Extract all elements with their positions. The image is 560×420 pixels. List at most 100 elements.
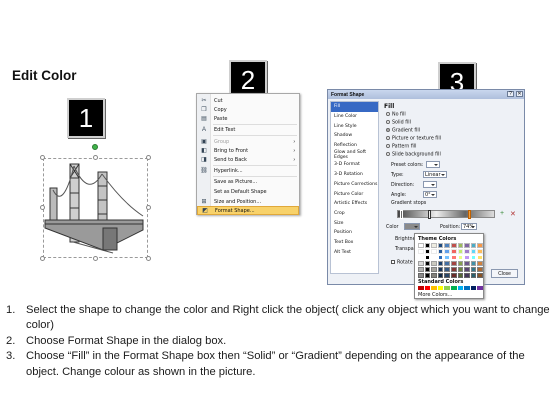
theme-color-swatch[interactable] — [450, 267, 457, 272]
theme-color-swatch[interactable] — [444, 255, 450, 260]
theme-color-swatch[interactable] — [431, 243, 437, 248]
theme-color-swatch[interactable] — [477, 243, 483, 248]
color-picker-button[interactable] — [404, 223, 420, 230]
category-shadow[interactable]: Shadow — [331, 131, 378, 141]
rotation-handle[interactable] — [92, 144, 98, 150]
fill-option-slide-bg[interactable]: Slide background fill — [386, 152, 441, 158]
close-icon[interactable]: ✕ — [516, 91, 523, 97]
menu-item-group[interactable]: ▣ Group › — [197, 137, 299, 146]
theme-color-swatch[interactable] — [457, 243, 464, 248]
fill-option-picture[interactable]: Picture or texture fill — [386, 136, 441, 142]
menu-item-set-default-shape[interactable]: Set as Default Shape — [197, 187, 299, 196]
standard-color-swatch[interactable] — [470, 286, 477, 290]
remove-stop-icon[interactable]: ✕ — [510, 210, 516, 218]
theme-color-swatch[interactable] — [477, 273, 483, 278]
theme-color-swatch[interactable] — [457, 249, 464, 254]
category-alt-text[interactable]: Alt Text — [331, 247, 378, 257]
theme-color-swatch[interactable] — [444, 243, 450, 248]
theme-color-swatch[interactable] — [464, 267, 470, 272]
theme-color-swatch[interactable] — [477, 261, 483, 266]
theme-color-swatch[interactable] — [437, 261, 444, 266]
theme-color-swatch[interactable] — [457, 255, 464, 260]
selected-bridge-shape[interactable] — [40, 144, 151, 261]
category-picture-corrections[interactable]: Picture Corrections — [331, 180, 378, 190]
menu-item-hyperlink[interactable]: ⛓ Hyperlink... — [197, 166, 299, 175]
angle-input[interactable]: 0° — [423, 191, 437, 198]
fill-option-pattern[interactable]: Pattern fill — [386, 144, 416, 150]
theme-color-swatch[interactable] — [437, 255, 444, 260]
standard-color-swatch[interactable] — [424, 286, 431, 290]
theme-color-swatch[interactable] — [457, 273, 464, 278]
menu-item-copy[interactable]: ❐ Copy — [197, 105, 299, 114]
theme-color-swatch[interactable] — [444, 249, 450, 254]
theme-color-swatch[interactable] — [431, 267, 437, 272]
theme-color-swatch[interactable] — [450, 255, 457, 260]
more-colors-option[interactable]: More Colors... — [418, 293, 452, 298]
theme-color-swatch[interactable] — [418, 261, 424, 266]
theme-color-swatch[interactable] — [450, 243, 457, 248]
menu-item-cut[interactable]: ✂ Cut — [197, 96, 299, 105]
theme-color-swatch[interactable] — [464, 261, 470, 266]
theme-color-swatch[interactable] — [457, 261, 464, 266]
position-input[interactable]: 74% — [461, 223, 477, 230]
category-reflection[interactable]: Reflection — [331, 141, 378, 151]
theme-color-swatch[interactable] — [418, 255, 424, 260]
category-3d-format[interactable]: 3-D Format — [331, 160, 378, 170]
menu-item-bring-to-front[interactable]: ◧ Bring to Front › — [197, 146, 299, 155]
theme-color-swatch[interactable] — [418, 267, 424, 272]
standard-color-swatch[interactable] — [444, 286, 450, 290]
theme-color-swatch[interactable] — [464, 249, 470, 254]
theme-color-swatch[interactable] — [424, 267, 431, 272]
theme-color-swatch[interactable] — [418, 273, 424, 278]
theme-color-swatch[interactable] — [424, 261, 431, 266]
theme-color-swatch[interactable] — [470, 255, 477, 260]
theme-color-swatch[interactable] — [437, 249, 444, 254]
category-size[interactable]: Size — [331, 218, 378, 228]
theme-color-swatch[interactable] — [464, 255, 470, 260]
theme-color-swatch[interactable] — [444, 273, 450, 278]
theme-color-swatch[interactable] — [477, 255, 483, 260]
theme-color-swatch[interactable] — [457, 267, 464, 272]
category-line-style[interactable]: Line Style — [331, 121, 378, 131]
theme-color-swatch[interactable] — [464, 243, 470, 248]
standard-color-swatch[interactable] — [431, 286, 437, 290]
theme-color-swatch[interactable] — [470, 273, 477, 278]
category-fill[interactable]: Fill — [331, 102, 378, 112]
theme-color-swatch[interactable] — [418, 249, 424, 254]
theme-color-swatch[interactable] — [424, 249, 431, 254]
theme-color-swatch[interactable] — [424, 243, 431, 248]
category-line-color[interactable]: Line Color — [331, 112, 378, 122]
type-dropdown[interactable]: Linear — [423, 171, 447, 178]
help-icon[interactable]: ? — [507, 91, 514, 97]
gradient-stop-handle[interactable] — [400, 210, 403, 219]
preset-colors-dropdown[interactable] — [426, 161, 440, 168]
fill-option-solid[interactable]: Solid fill — [386, 120, 411, 126]
menu-item-paste[interactable]: ▤ Paste — [197, 114, 299, 123]
theme-color-swatch[interactable] — [477, 249, 483, 254]
category-artistic-effects[interactable]: Artistic Effects — [331, 199, 378, 209]
category-text-box[interactable]: Text Box — [331, 238, 378, 248]
theme-color-swatch[interactable] — [444, 267, 450, 272]
theme-color-swatch[interactable] — [477, 267, 483, 272]
theme-color-swatch[interactable] — [431, 249, 437, 254]
theme-color-swatch[interactable] — [437, 243, 444, 248]
menu-item-format-shape[interactable]: ◩ Format Shape... — [197, 206, 299, 215]
theme-color-swatch[interactable] — [431, 255, 437, 260]
standard-color-swatch[interactable] — [437, 286, 444, 290]
standard-color-swatch[interactable] — [477, 286, 483, 290]
category-glow[interactable]: Glow and Soft Edges — [331, 150, 378, 160]
close-button[interactable]: Close — [491, 269, 518, 278]
gradient-stops-bar[interactable] — [397, 210, 495, 219]
fill-option-gradient[interactable]: Gradient fill — [386, 128, 420, 134]
category-picture-color[interactable]: Picture Color — [331, 189, 378, 199]
standard-color-swatch[interactable] — [464, 286, 470, 290]
menu-item-save-as-picture[interactable]: Save as Picture... — [197, 177, 299, 186]
theme-color-swatch[interactable] — [437, 273, 444, 278]
gradient-stop-handle-selected[interactable] — [468, 210, 471, 219]
theme-color-swatch[interactable] — [424, 255, 431, 260]
theme-color-swatch[interactable] — [431, 261, 437, 266]
category-crop[interactable]: Crop — [331, 209, 378, 219]
menu-item-send-to-back[interactable]: ◨ Send to Back › — [197, 155, 299, 164]
menu-item-size-and-position[interactable]: ⊞ Size and Position... — [197, 197, 299, 206]
theme-color-swatch[interactable] — [450, 261, 457, 266]
